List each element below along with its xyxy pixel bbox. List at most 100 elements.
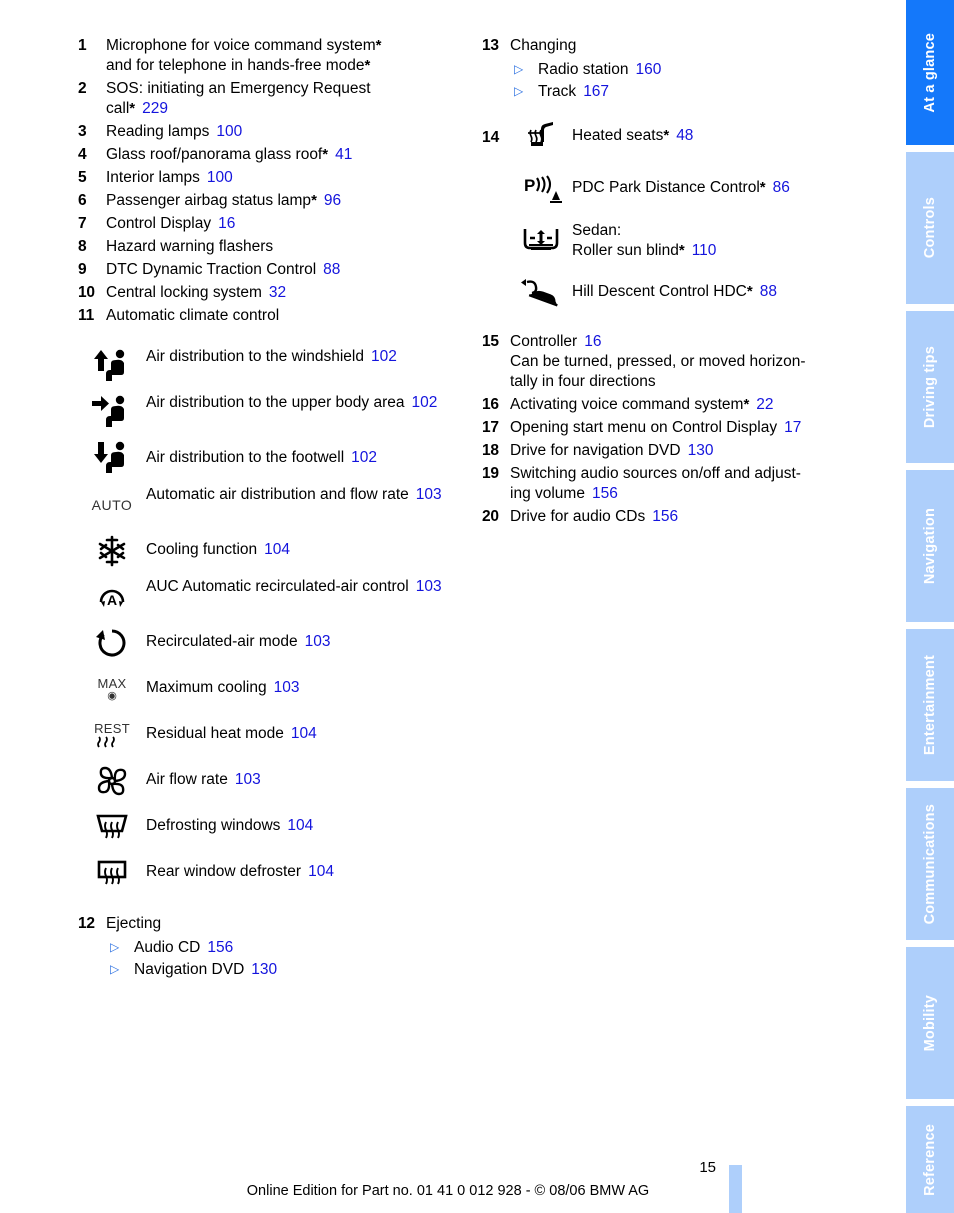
symbol-row: Rear window defroster 104 bbox=[78, 852, 468, 894]
sub-bullet-text: Radio station bbox=[538, 61, 629, 78]
page-reference[interactable]: 16 bbox=[218, 215, 235, 232]
page-reference[interactable]: 102 bbox=[412, 394, 438, 411]
item-label: Changing bbox=[510, 37, 577, 54]
page-reference[interactable]: 104 bbox=[308, 863, 334, 880]
item-label: Activating voice command system bbox=[510, 396, 744, 413]
symbol-row: Air distribution to the windshield 102 bbox=[78, 346, 468, 388]
page-reference[interactable]: 110 bbox=[692, 242, 717, 259]
page-reference[interactable]: 104 bbox=[287, 817, 313, 834]
heat-waves-icon bbox=[97, 736, 115, 748]
page-reference[interactable]: 103 bbox=[274, 679, 300, 696]
page-reference[interactable]: 102 bbox=[371, 348, 397, 365]
item-text: Interior lamps 100 bbox=[106, 168, 468, 188]
item-number: 11 bbox=[78, 307, 94, 324]
item-number: 20 bbox=[482, 508, 499, 525]
list-item: 6 Passenger airbag status lamp* 96 bbox=[78, 191, 468, 211]
list-item: 15 Controller 16 Can be turned, pressed, o… bbox=[482, 332, 872, 392]
list-item: 1 Microphone for voice command system* an… bbox=[78, 36, 468, 76]
page-reference[interactable]: 96 bbox=[324, 192, 341, 209]
symbol-text: PDC Park Distance Control bbox=[572, 179, 760, 196]
symbol-row: A AUC Automatic recirculated-air control… bbox=[78, 576, 468, 618]
list-item: 4 Glass roof/panorama glass roof* 41 bbox=[78, 145, 468, 165]
sidebar-tab-reference[interactable]: Reference bbox=[906, 1106, 954, 1213]
item-label: Reading lamps bbox=[106, 123, 210, 140]
page-reference[interactable]: 130 bbox=[688, 442, 714, 459]
item-number: 5 bbox=[78, 169, 87, 186]
item-text: Microphone for voice command system* and … bbox=[106, 36, 468, 76]
page-reference[interactable]: 229 bbox=[142, 100, 168, 117]
page-reference[interactable]: 86 bbox=[773, 179, 790, 196]
page-reference[interactable]: 167 bbox=[583, 83, 609, 100]
hill-descent-control-icon bbox=[510, 272, 572, 314]
list-item: 20 Drive for audio CDs 156 bbox=[482, 507, 872, 527]
page-reference[interactable]: 103 bbox=[416, 486, 442, 503]
symbol-label: Air distribution to the footwell 102 bbox=[146, 438, 468, 468]
page-reference[interactable]: 156 bbox=[652, 508, 678, 525]
page-reference[interactable]: 102 bbox=[351, 449, 377, 466]
item-label: Drive for audio CDs bbox=[510, 508, 646, 525]
item-text-line2: call bbox=[106, 100, 130, 117]
page-reference[interactable]: 22 bbox=[756, 396, 773, 413]
sidebar-tab-driving-tips[interactable]: Driving tips bbox=[906, 311, 954, 463]
list-item: 2 SOS: initiating an Emergency Request ca… bbox=[78, 79, 468, 119]
sidebar-tab-entertainment[interactable]: Entertainment bbox=[906, 629, 954, 781]
svg-text:P: P bbox=[524, 176, 535, 195]
item-label: Hazard warning flashers bbox=[106, 238, 274, 255]
list-item: 11 Automatic climate control bbox=[78, 306, 468, 326]
page-reference[interactable]: 156 bbox=[592, 485, 618, 502]
page-number: 15 bbox=[699, 1159, 716, 1176]
page-reference[interactable]: 104 bbox=[291, 725, 317, 742]
sidebar-tab-controls[interactable]: Controls bbox=[906, 152, 954, 304]
page-reference[interactable]: 160 bbox=[635, 61, 661, 78]
symbol-row: Air distribution to the footwell 102 bbox=[78, 438, 468, 480]
page-reference[interactable]: 32 bbox=[269, 284, 286, 301]
item14-symbol-rows: Heated seats * 48 P PDC Park Distance Con… bbox=[510, 116, 872, 324]
page-reference[interactable]: 130 bbox=[251, 961, 277, 978]
page-reference[interactable]: 88 bbox=[760, 283, 777, 300]
page-reference[interactable]: 104 bbox=[264, 541, 290, 558]
option-asterisk: * bbox=[746, 283, 753, 300]
page-reference[interactable]: 103 bbox=[305, 633, 331, 650]
symbol-text: Air distribution to the windshield bbox=[146, 348, 364, 365]
item-text: DTC Dynamic Traction Control 88 bbox=[106, 260, 468, 280]
sidebar-tab-navigation[interactable]: Navigation bbox=[906, 470, 954, 622]
symbol-text: Heated seats bbox=[572, 127, 664, 144]
page-reference[interactable]: 88 bbox=[323, 261, 340, 278]
item-number: 3 bbox=[78, 123, 87, 140]
symbol-text: Hill Descent Control HDC bbox=[572, 283, 747, 300]
page-reference[interactable]: 156 bbox=[207, 939, 233, 956]
list-item: 3 Reading lamps 100 bbox=[78, 122, 468, 142]
climate-symbol-list: Air distribution to the windshield 102 Ai… bbox=[78, 346, 468, 894]
page-reference[interactable]: 48 bbox=[676, 127, 693, 144]
page-reference[interactable]: 41 bbox=[335, 146, 352, 163]
item-text: Controller 16 Can be turned, pressed, or m… bbox=[510, 332, 872, 392]
sidebar-tab-mobility[interactable]: Mobility bbox=[906, 947, 954, 1099]
symbol-text: Recirculated-air mode bbox=[146, 633, 298, 650]
symbol-label: Rear window defroster 104 bbox=[146, 852, 468, 882]
max-icon-label: MAX bbox=[97, 675, 127, 691]
item-text-line1: Switching audio sources on/off and adjus… bbox=[510, 465, 801, 482]
symbol-text: Air flow rate bbox=[146, 771, 228, 788]
item-label: Interior lamps bbox=[106, 169, 200, 186]
item-label: DTC Dynamic Traction Control bbox=[106, 261, 317, 278]
item-text-line1: Microphone for voice command system bbox=[106, 37, 376, 54]
sidebar-tab-label: Communications bbox=[922, 803, 938, 925]
footer-copyright: Online Edition for Part no. 01 41 0 012 … bbox=[246, 1183, 650, 1199]
page-reference[interactable]: 16 bbox=[584, 333, 601, 350]
page-reference[interactable]: 103 bbox=[416, 578, 442, 595]
heated-seats-icon bbox=[510, 116, 572, 158]
page-reference[interactable]: 103 bbox=[235, 771, 261, 788]
option-asterisk: * bbox=[743, 396, 750, 413]
sidebar-tab-communications[interactable]: Communications bbox=[906, 788, 954, 940]
page-reference[interactable]: 100 bbox=[207, 169, 233, 186]
symbol-label: Air distribution to the upper body area 1… bbox=[146, 392, 468, 413]
item-number: 10 bbox=[78, 284, 95, 301]
page-reference[interactable]: 17 bbox=[784, 419, 801, 436]
sidebar-tab-at-a-glance[interactable]: At a glance bbox=[906, 0, 954, 145]
item-number: 6 bbox=[78, 192, 87, 209]
symbol-text: Defrosting windows bbox=[146, 817, 281, 834]
page-reference[interactable]: 100 bbox=[216, 123, 242, 140]
item-number: 2 bbox=[78, 80, 87, 97]
rest-icon-label: REST bbox=[94, 721, 130, 736]
sub-bullet-text: Audio CD bbox=[134, 939, 201, 956]
